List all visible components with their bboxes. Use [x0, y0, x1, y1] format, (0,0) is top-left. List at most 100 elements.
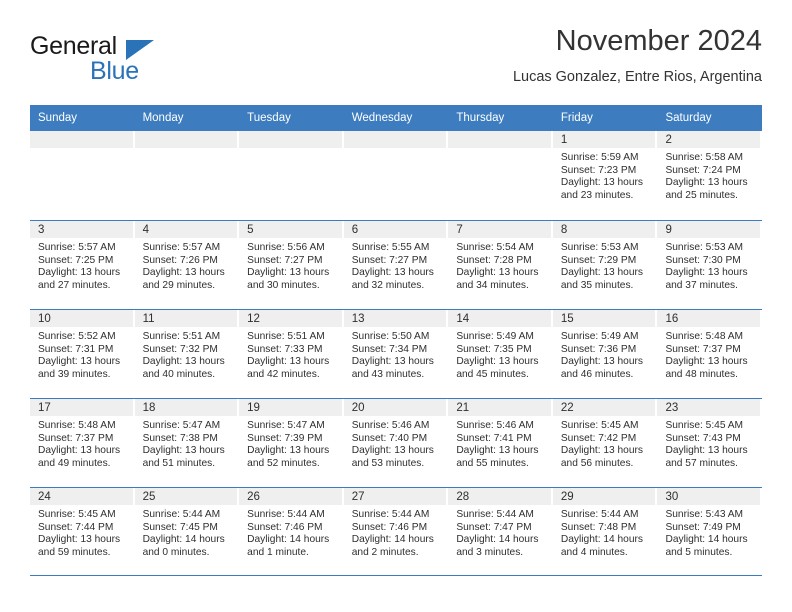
day-details: Sunrise: 5:53 AM Sunset: 7:29 PM Daylight:…: [553, 238, 658, 292]
day-details: Sunrise: 5:57 AM Sunset: 7:25 PM Daylight:…: [30, 238, 135, 292]
day-details: Sunrise: 5:44 AM Sunset: 7:45 PM Daylight:…: [135, 505, 240, 559]
day-number: 18: [142, 402, 156, 414]
daylight-duration-line1: Daylight: 13 hours: [247, 445, 330, 457]
day-number-band: 30: [657, 488, 761, 505]
day-details: Sunrise: 5:49 AM Sunset: 7:35 PM Daylight:…: [448, 327, 553, 381]
day-number-band: 8: [552, 221, 656, 238]
day-cell[interactable]: 4 Sunrise: 5:57 AM Sunset: 7:26 PM Daylight…: [134, 221, 240, 309]
day-cell[interactable]: 20 Sunrise: 5:46 AM Sunset: 7:40 PM Dayligh…: [343, 399, 449, 487]
day-number-band: [30, 131, 133, 148]
day-cell-empty: [448, 131, 553, 220]
day-number-band: 27: [343, 488, 447, 505]
daylight-duration-line2: and 55 minutes.: [456, 457, 529, 469]
daylight-duration-line1: Daylight: 13 hours: [38, 445, 121, 457]
day-cell[interactable]: 3 Sunrise: 5:57 AM Sunset: 7:25 PM Daylight…: [30, 221, 135, 309]
day-cell[interactable]: 19 Sunrise: 5:47 AM Sunset: 7:39 PM Dayligh…: [239, 399, 344, 487]
day-cell[interactable]: 2 Sunrise: 5:58 AM Sunset: 7:24 PM Daylight…: [657, 131, 763, 220]
weekday-header-monday: Monday: [142, 112, 184, 124]
daylight-duration-line1: Daylight: 13 hours: [38, 267, 121, 279]
day-cell[interactable]: 28 Sunrise: 5:44 AM Sunset: 7:47 PM Dayligh…: [448, 488, 553, 575]
daylight-duration-line1: Daylight: 13 hours: [38, 356, 121, 368]
sunrise-time: Sunrise: 5:53 AM: [560, 242, 639, 253]
day-cell[interactable]: 21 Sunrise: 5:46 AM Sunset: 7:41 PM Dayligh…: [448, 399, 553, 487]
day-cell[interactable]: 16 Sunrise: 5:48 AM Sunset: 7:37 PM Dayligh…: [657, 310, 763, 398]
day-details: Sunrise: 5:51 AM Sunset: 7:32 PM Daylight:…: [135, 327, 240, 381]
day-cell[interactable]: 5 Sunrise: 5:56 AM Sunset: 7:27 PM Daylight…: [239, 221, 344, 309]
day-number-band: 1: [552, 131, 656, 148]
day-number: [30, 131, 133, 133]
daylight-duration-line2: and 25 minutes.: [665, 189, 738, 201]
day-number-band: [343, 131, 447, 148]
day-cell[interactable]: 22 Sunrise: 5:45 AM Sunset: 7:42 PM Dayligh…: [552, 399, 658, 487]
day-cell[interactable]: 8 Sunrise: 5:53 AM Sunset: 7:29 PM Daylight…: [552, 221, 658, 309]
daylight-duration-line1: Daylight: 13 hours: [665, 177, 748, 189]
sunset-time: Sunset: 7:24 PM: [665, 164, 741, 176]
sunset-time: Sunset: 7:29 PM: [560, 254, 637, 266]
day-cell[interactable]: 13 Sunrise: 5:50 AM Sunset: 7:34 PM Dayligh…: [343, 310, 449, 398]
daylight-duration-line1: Daylight: 14 hours: [560, 534, 644, 546]
day-number-band: 16: [657, 310, 761, 327]
day-number-band: 7: [448, 221, 551, 238]
day-cell[interactable]: 6 Sunrise: 5:55 AM Sunset: 7:27 PM Daylight…: [343, 221, 449, 309]
page-subtitle: Lucas Gonzalez, Entre Rios, Argentina: [512, 69, 762, 85]
daylight-duration-line1: Daylight: 14 hours: [142, 534, 225, 546]
day-details: Sunrise: 5:50 AM Sunset: 7:34 PM Daylight:…: [344, 327, 449, 381]
day-number-band: 18: [134, 399, 238, 416]
day-cell[interactable]: 23 Sunrise: 5:45 AM Sunset: 7:43 PM Dayligh…: [657, 399, 763, 487]
sunrise-time: Sunrise: 5:47 AM: [142, 420, 221, 431]
sunrise-time: Sunrise: 5:45 AM: [560, 420, 639, 431]
day-number: 1: [560, 134, 568, 146]
sunset-time: Sunset: 7:45 PM: [142, 521, 218, 533]
day-number-band: [448, 131, 551, 148]
calendar-week-row: 10 Sunrise: 5:52 AM Sunset: 7:31 PM Dayligh…: [30, 309, 763, 398]
day-number: [135, 131, 238, 133]
day-cell[interactable]: 30 Sunrise: 5:43 AM Sunset: 7:49 PM Dayligh…: [657, 488, 763, 575]
day-cell[interactable]: 14 Sunrise: 5:49 AM Sunset: 7:35 PM Dayligh…: [448, 310, 553, 398]
sunset-time: Sunset: 7:23 PM: [560, 164, 637, 176]
day-number-band: 26: [239, 488, 342, 505]
day-number-band: [239, 131, 342, 148]
day-number-band: 24: [30, 488, 133, 505]
day-number: 4: [142, 224, 149, 236]
day-cell[interactable]: 18 Sunrise: 5:47 AM Sunset: 7:38 PM Dayligh…: [134, 399, 240, 487]
daylight-duration-line1: Daylight: 13 hours: [560, 267, 644, 279]
day-cell[interactable]: 9 Sunrise: 5:53 AM Sunset: 7:30 PM Daylight…: [657, 221, 763, 309]
daylight-duration-line2: and 1 minute.: [247, 546, 309, 558]
day-cell[interactable]: 7 Sunrise: 5:54 AM Sunset: 7:28 PM Daylight…: [448, 221, 553, 309]
daylight-duration-line2: and 35 minutes.: [560, 279, 634, 291]
day-number-band: 15: [552, 310, 656, 327]
day-cell[interactable]: 27 Sunrise: 5:44 AM Sunset: 7:46 PM Dayligh…: [343, 488, 449, 575]
sunset-time: Sunset: 7:40 PM: [351, 432, 428, 444]
day-cell[interactable]: 15 Sunrise: 5:49 AM Sunset: 7:36 PM Dayligh…: [552, 310, 658, 398]
day-details: Sunrise: 5:45 AM Sunset: 7:42 PM Daylight:…: [553, 416, 658, 470]
day-number: 30: [665, 491, 679, 503]
day-details: Sunrise: 5:44 AM Sunset: 7:46 PM Daylight:…: [239, 505, 344, 559]
day-cell[interactable]: 24 Sunrise: 5:45 AM Sunset: 7:44 PM Dayligh…: [30, 488, 135, 575]
day-details: Sunrise: 5:51 AM Sunset: 7:33 PM Daylight:…: [239, 327, 344, 381]
daylight-duration-line1: Daylight: 13 hours: [247, 267, 330, 279]
day-cell[interactable]: 26 Sunrise: 5:44 AM Sunset: 7:46 PM Dayligh…: [239, 488, 344, 575]
day-cell[interactable]: 1 Sunrise: 5:59 AM Sunset: 7:23 PM Daylight…: [552, 131, 658, 220]
daylight-duration-line1: Daylight: 13 hours: [247, 356, 330, 368]
sunset-time: Sunset: 7:46 PM: [351, 521, 428, 533]
day-cell[interactable]: 12 Sunrise: 5:51 AM Sunset: 7:33 PM Dayligh…: [239, 310, 344, 398]
sunrise-time: Sunrise: 5:49 AM: [456, 331, 534, 342]
day-cell[interactable]: 17 Sunrise: 5:48 AM Sunset: 7:37 PM Dayligh…: [30, 399, 135, 487]
sunrise-time: Sunrise: 5:43 AM: [665, 509, 744, 520]
day-number-band: 23: [657, 399, 761, 416]
daylight-duration-line2: and 49 minutes.: [38, 457, 111, 469]
daylight-duration-line2: and 45 minutes.: [456, 368, 529, 380]
day-cell[interactable]: 11 Sunrise: 5:51 AM Sunset: 7:32 PM Dayligh…: [134, 310, 240, 398]
day-number: 15: [560, 313, 574, 325]
day-details: Sunrise: 5:44 AM Sunset: 7:46 PM Daylight:…: [344, 505, 449, 559]
daylight-duration-line2: and 52 minutes.: [247, 457, 320, 469]
day-cell[interactable]: 29 Sunrise: 5:44 AM Sunset: 7:48 PM Dayligh…: [552, 488, 658, 575]
daylight-duration-line2: and 30 minutes.: [247, 279, 320, 291]
day-cell[interactable]: 25 Sunrise: 5:44 AM Sunset: 7:45 PM Dayligh…: [134, 488, 240, 575]
day-cell-empty: [343, 131, 449, 220]
daylight-duration-line1: Daylight: 13 hours: [456, 267, 539, 279]
daylight-duration-line1: Daylight: 13 hours: [142, 356, 225, 368]
day-number: 20: [351, 402, 365, 414]
day-cell[interactable]: 10 Sunrise: 5:52 AM Sunset: 7:31 PM Dayligh…: [30, 310, 135, 398]
sunset-time: Sunset: 7:43 PM: [665, 432, 741, 444]
